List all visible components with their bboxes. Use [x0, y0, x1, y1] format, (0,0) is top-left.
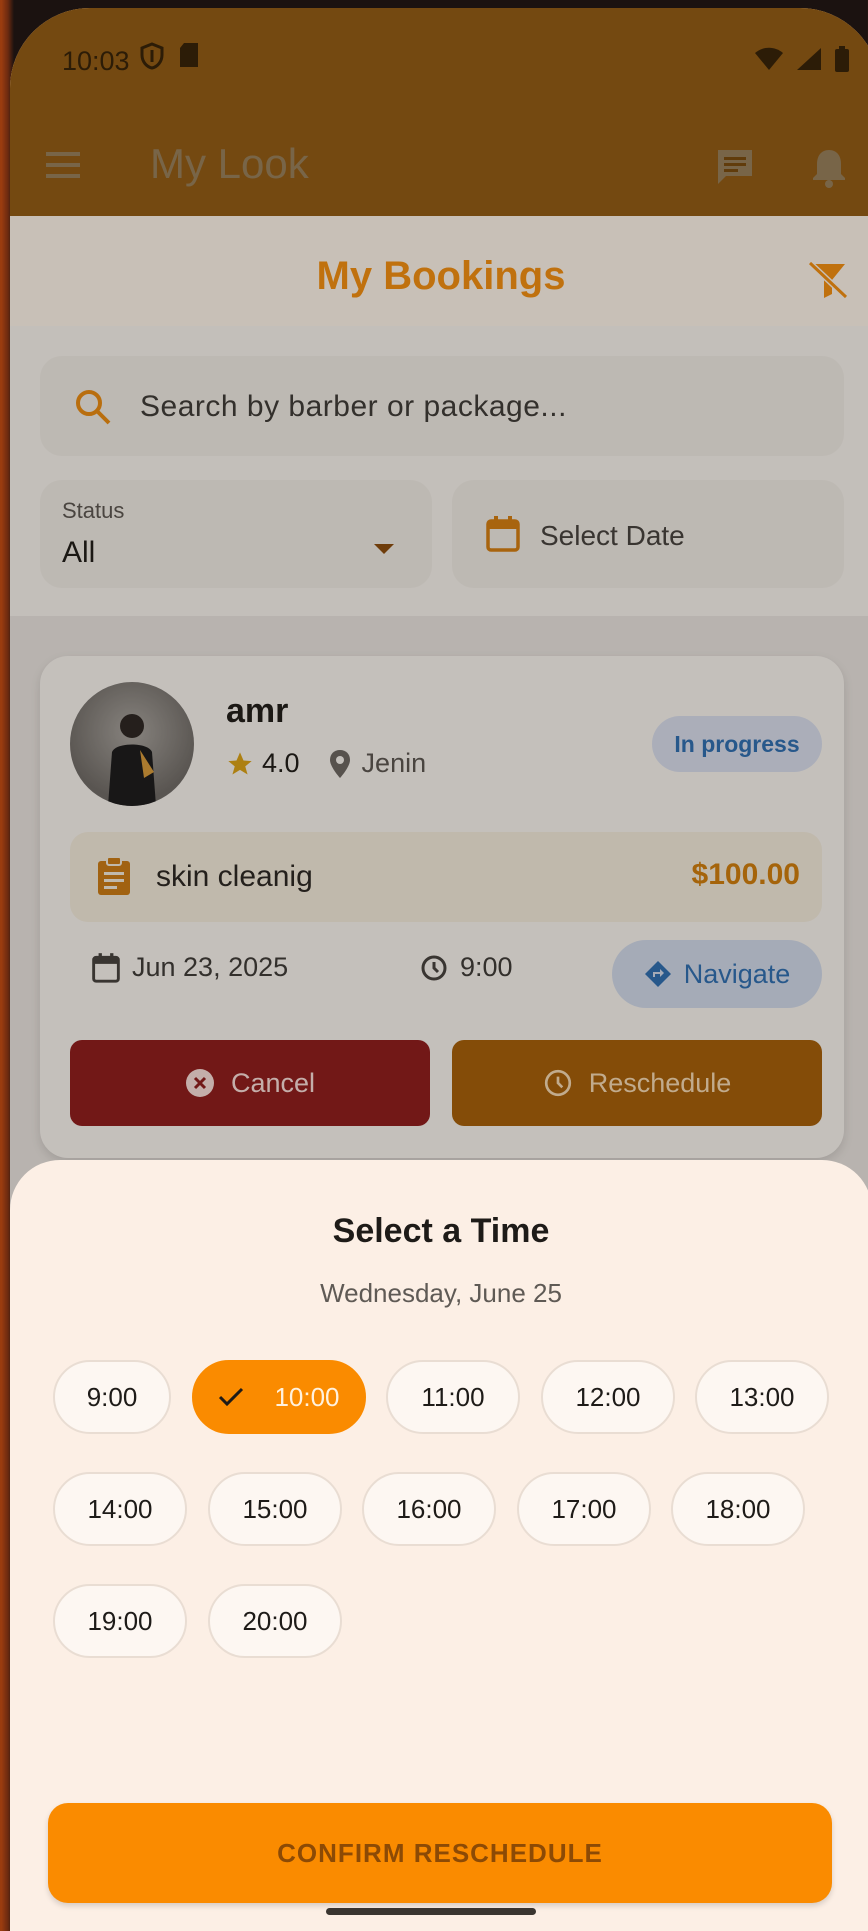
status-badge: In progress: [652, 716, 822, 772]
app-bar-scrim: [10, 8, 868, 216]
cancel-button[interactable]: Cancel: [70, 1040, 430, 1126]
time-slot[interactable]: 19:00: [53, 1584, 187, 1658]
time-slot[interactable]: 17:00: [517, 1472, 651, 1546]
navigate-label: Navigate: [683, 958, 791, 989]
time-slot[interactable]: 13:00: [695, 1360, 829, 1434]
time-slot[interactable]: 9:00: [53, 1360, 171, 1434]
reschedule-button[interactable]: Reschedule: [452, 1040, 822, 1126]
booking-date-text: Jun 23, 2025: [132, 952, 289, 982]
filters-panel: Search by barber or package... Status Al…: [10, 326, 868, 616]
navigate-button[interactable]: Navigate: [612, 940, 822, 1008]
barber-name: amr: [226, 692, 289, 730]
time-slot[interactable]: 11:00: [386, 1360, 520, 1434]
status-dropdown-value: All: [62, 536, 96, 569]
cancel-label: Cancel: [230, 1067, 316, 1098]
package-price: $100.00: [691, 858, 800, 891]
status-dropdown[interactable]: Status All: [40, 480, 432, 588]
booking-card[interactable]: amr 4.0 Jenin In progress skin cleanig $…: [40, 656, 844, 1158]
time-slot-selected[interactable]: 10:00: [192, 1360, 366, 1434]
location-pin-icon: [329, 749, 350, 778]
time-slot[interactable]: 14:00: [53, 1472, 187, 1546]
time-slot[interactable]: 15:00: [208, 1472, 342, 1546]
time-slot[interactable]: 16:00: [362, 1472, 496, 1546]
check-icon: [219, 1387, 244, 1407]
time-picker-sheet: Select a Time Wednesday, June 25 9:00 10…: [10, 1160, 868, 1931]
sheet-title: Select a Time: [332, 1212, 550, 1250]
search-input[interactable]: Search by barber or package...: [40, 356, 844, 456]
rating-value: 4.0: [262, 748, 300, 778]
booking-date: Jun 23, 2025: [92, 952, 288, 983]
phone-screen: 10:03 My Look My Bookings Search by barb…: [10, 8, 868, 1931]
cancel-circle-icon: [185, 1069, 214, 1097]
search-placeholder: Search by barber or package...: [140, 390, 567, 423]
star-icon: [228, 751, 252, 774]
select-date-label: Select Date: [540, 520, 685, 551]
reschedule-label: Reschedule: [588, 1067, 732, 1098]
search-icon: [76, 390, 111, 425]
booking-time: 9:00: [420, 952, 513, 983]
filter-off-icon[interactable]: [807, 260, 849, 300]
select-date-button[interactable]: Select Date: [452, 480, 844, 588]
time-slot[interactable]: 12:00: [541, 1360, 675, 1434]
package-name: skin cleanig: [156, 860, 313, 893]
bookings-header: My Bookings: [10, 216, 868, 326]
page-title: My Bookings: [316, 254, 566, 298]
location-text: Jenin: [361, 748, 427, 778]
clock-icon: [544, 1069, 571, 1097]
calendar-icon: [486, 516, 520, 552]
booking-time-text: 9:00: [460, 952, 513, 982]
rating-row: 4.0 Jenin: [226, 748, 426, 779]
package-row: skin cleanig $100.00: [70, 832, 822, 922]
chevron-down-icon: [374, 544, 394, 554]
time-slot[interactable]: 20:00: [208, 1584, 342, 1658]
confirm-reschedule-button[interactable]: CONFIRM RESCHEDULE: [48, 1803, 832, 1903]
sheet-subtitle: Wednesday, June 25: [320, 1278, 562, 1308]
clipboard-icon: [98, 856, 130, 895]
home-indicator[interactable]: [326, 1908, 536, 1915]
clock-icon: [421, 955, 447, 980]
time-slot[interactable]: 18:00: [671, 1472, 805, 1546]
directions-icon: [644, 961, 671, 987]
calendar-icon: [92, 952, 120, 983]
status-dropdown-label: Status: [62, 498, 125, 523]
avatar: [70, 682, 194, 806]
